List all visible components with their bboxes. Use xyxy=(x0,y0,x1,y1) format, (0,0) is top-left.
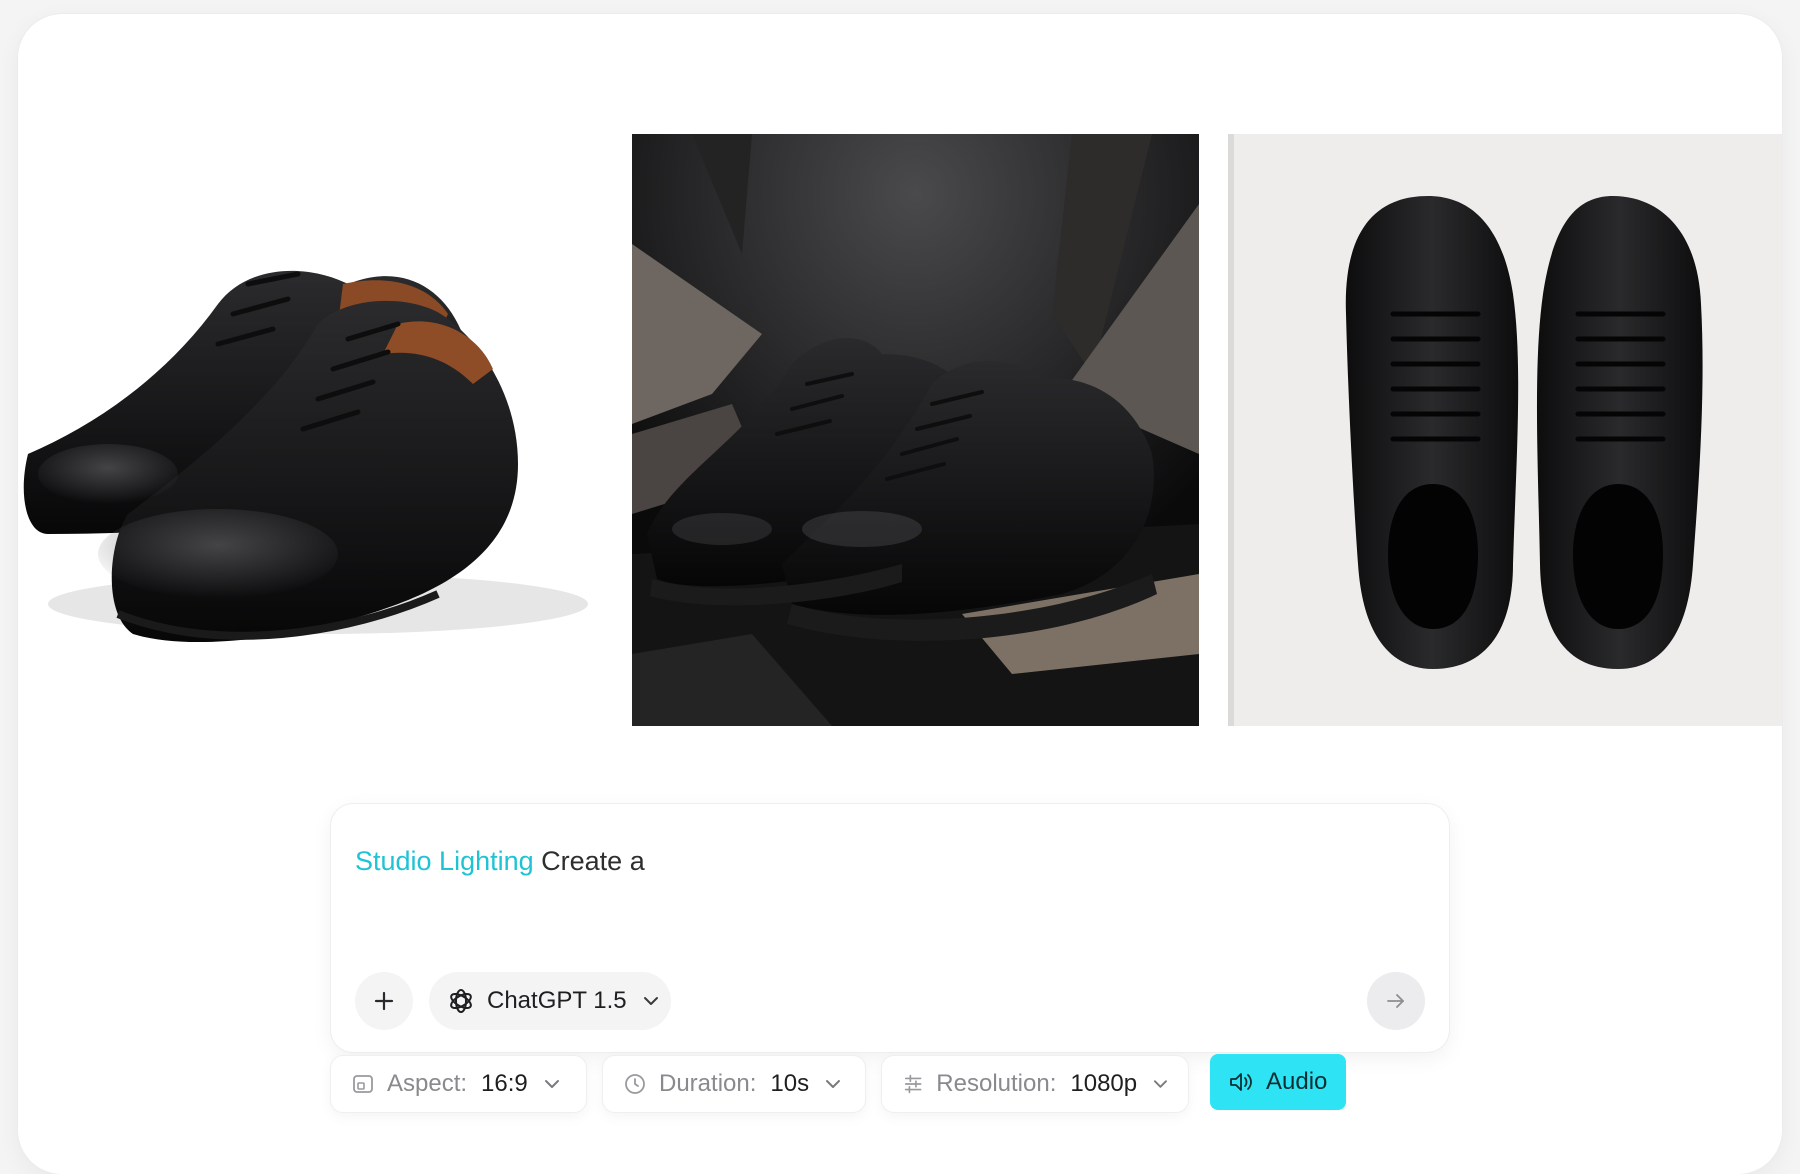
prompt-composer[interactable]: Studio Lighting Create a ChatGPT 1.5 xyxy=(331,804,1449,1052)
duration-selector[interactable]: Duration: 10s xyxy=(603,1056,865,1112)
resolution-value: 1080p xyxy=(1070,1070,1138,1097)
aspect-selector[interactable]: Aspect: 16:9 xyxy=(331,1056,586,1112)
chevron-down-icon xyxy=(643,997,658,1005)
add-attachment-button[interactable] xyxy=(355,972,413,1030)
audio-toggle[interactable]: Audio xyxy=(1210,1054,1346,1110)
resolution-selector[interactable]: Resolution: 1080p xyxy=(882,1056,1188,1112)
clock-icon xyxy=(625,1074,645,1094)
chevron-down-icon xyxy=(1154,1080,1168,1088)
prompt-style-tag[interactable]: Studio Lighting xyxy=(355,846,534,876)
generated-image-studio-sneakers[interactable] xyxy=(632,134,1199,726)
aspect-label: Aspect: xyxy=(387,1070,468,1097)
oxford-shoes-illustration xyxy=(18,134,600,726)
model-label: ChatGPT 1.5 xyxy=(487,987,627,1014)
duration-value: 10s xyxy=(770,1070,810,1097)
send-button[interactable] xyxy=(1367,972,1425,1030)
generated-image-oxford-shoes[interactable] xyxy=(18,134,600,726)
image-gallery xyxy=(18,134,1782,726)
studio-sneakers-illustration xyxy=(632,134,1199,726)
duration-label: Duration: xyxy=(659,1070,757,1097)
openai-logo-icon xyxy=(450,989,472,1013)
aspect-ratio-icon xyxy=(353,1075,373,1093)
prompt-text: Create a xyxy=(541,846,645,876)
generated-image-topdown-sneakers[interactable] xyxy=(1228,134,1782,726)
model-selector[interactable]: ChatGPT 1.5 xyxy=(429,972,671,1030)
aspect-value: 16:9 xyxy=(481,1070,528,1097)
resolution-label: Resolution: xyxy=(936,1070,1057,1097)
sliders-icon xyxy=(904,1074,922,1094)
main-card: Studio Lighting Create a ChatGPT 1.5 xyxy=(18,14,1782,1174)
plus-icon xyxy=(374,991,394,1011)
speaker-icon xyxy=(1230,1073,1252,1091)
topdown-sneakers-illustration xyxy=(1228,134,1782,726)
prompt-input[interactable]: Studio Lighting Create a xyxy=(355,846,645,877)
chevron-down-icon xyxy=(826,1080,841,1088)
chevron-down-icon xyxy=(544,1080,559,1088)
arrow-right-icon xyxy=(1387,994,1404,1008)
audio-label: Audio xyxy=(1266,1068,1328,1095)
